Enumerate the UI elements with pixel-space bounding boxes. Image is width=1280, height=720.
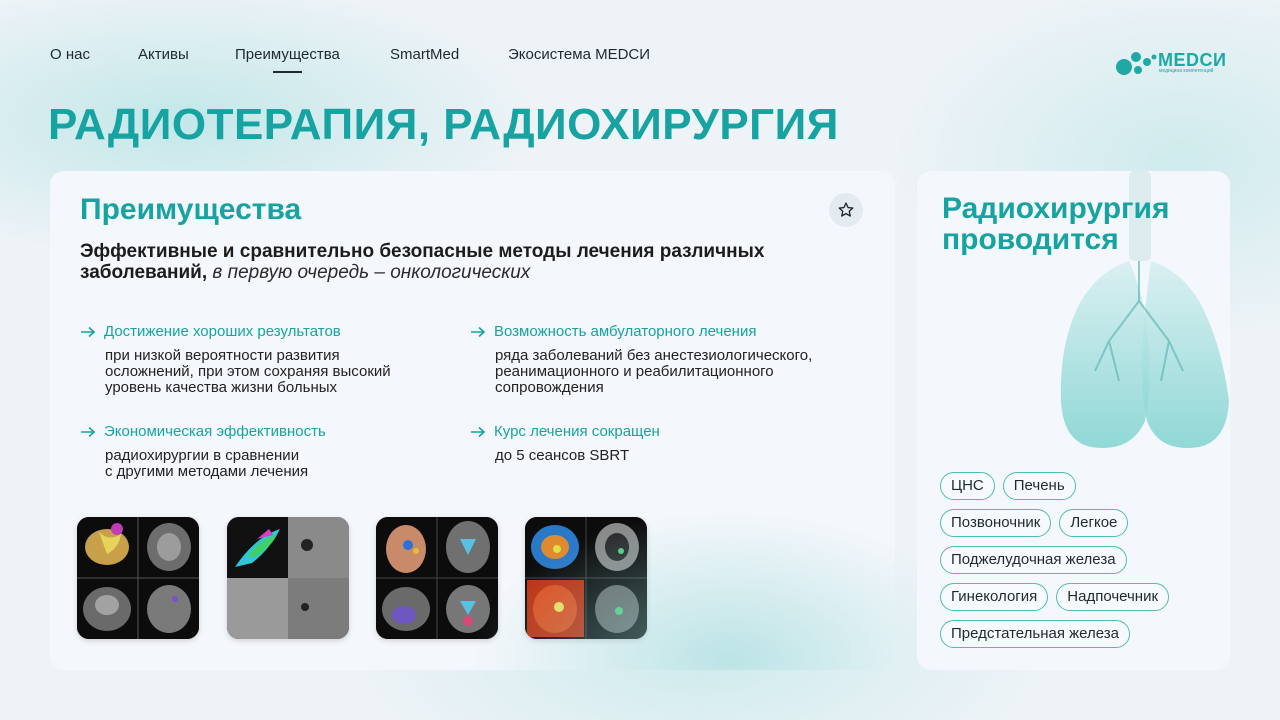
feature-title: Экономическая эффективность bbox=[104, 423, 326, 440]
feature-body: ряда заболеваний без анестезиологическог… bbox=[495, 347, 813, 396]
mri-image-4 bbox=[525, 517, 647, 639]
mri-image-2 bbox=[227, 517, 349, 639]
advantages-card: Преимущества Эффективные и сравнительно … bbox=[50, 171, 895, 670]
lead-italic: в первую очередь – онкологических bbox=[212, 262, 531, 283]
molecule-icon bbox=[1116, 52, 1157, 75]
tag-row: Предстательная железа bbox=[940, 620, 1220, 648]
tag-row: Позвоночник Легкое bbox=[940, 509, 1220, 537]
feature-economic: Экономическая эффективность радиохирурги… bbox=[80, 423, 460, 480]
tag-row: Поджелудочная железа bbox=[940, 546, 1220, 574]
medsi-logo[interactable]: MEDCИ медицина компетенций bbox=[1114, 48, 1234, 78]
tag-cns[interactable]: ЦНС bbox=[940, 472, 995, 500]
organ-tags: ЦНС Печень Позвоночник Легкое Поджелудоч… bbox=[940, 472, 1220, 657]
page-title: РАДИОТЕРАПИЯ, РАДИОХИРУРГИЯ bbox=[48, 100, 839, 149]
tag-prostate[interactable]: Предстательная железа bbox=[940, 620, 1130, 648]
star-icon bbox=[838, 202, 854, 217]
tag-pancreas[interactable]: Поджелудочная железа bbox=[940, 546, 1127, 574]
nav-item-about[interactable]: О нас bbox=[50, 46, 90, 63]
tag-gynecology[interactable]: Гинекология bbox=[940, 583, 1049, 611]
feature-title: Курс лечения сокращен bbox=[494, 423, 660, 440]
feature-course: Курс лечения сокращен до 5 сеансов SBRT bbox=[470, 423, 850, 464]
tag-adrenal[interactable]: Надпочечник bbox=[1056, 583, 1170, 611]
tag-row: ЦНС Печень bbox=[940, 472, 1220, 500]
mri-image-1 bbox=[77, 517, 199, 639]
feature-title: Возможность амбулаторного лечения bbox=[494, 323, 757, 340]
lead-text: Эффективные и сравнительно безопасные ме… bbox=[80, 241, 780, 283]
favorite-button[interactable] bbox=[829, 193, 863, 227]
mri-image-3 bbox=[376, 517, 498, 639]
tag-liver[interactable]: Печень bbox=[1002, 472, 1076, 500]
nav-item-smartmed[interactable]: SmartMed bbox=[390, 46, 459, 63]
logo-subtitle: медицина компетенций bbox=[1159, 68, 1214, 74]
feature-body: при низкой вероятности развития осложнен… bbox=[105, 347, 391, 396]
nav-item-assets[interactable]: Активы bbox=[138, 46, 189, 63]
nav-item-ecosystem[interactable]: Экосистема MEDCИ bbox=[508, 46, 650, 63]
feature-outpatient: Возможность амбулаторного лечения ряда з… bbox=[470, 323, 850, 396]
tag-row: Гинекология Надпочечник bbox=[940, 583, 1220, 611]
arrow-right-icon bbox=[81, 326, 96, 337]
radiosurgery-card: Радиохирургия проводится ЦНС Печень Позв… bbox=[917, 171, 1230, 670]
feature-body: до 5 сеансов SBRT bbox=[495, 447, 630, 464]
tag-lung[interactable]: Легкое bbox=[1059, 509, 1129, 537]
advantages-title: Преимущества bbox=[80, 193, 302, 226]
feature-results: Достижение хороших результатов при низко… bbox=[80, 323, 460, 396]
feature-title: Достижение хороших результатов bbox=[104, 323, 341, 340]
arrow-right-icon bbox=[471, 426, 486, 437]
radiosurgery-title: Радиохирургия проводится bbox=[942, 192, 1170, 256]
feature-body: радиохирургии в сравнении с другими мето… bbox=[105, 447, 309, 480]
arrow-right-icon bbox=[81, 426, 96, 437]
tag-spine[interactable]: Позвоночник bbox=[940, 509, 1052, 537]
nav-item-advantages[interactable]: Преимущества bbox=[235, 46, 340, 73]
arrow-right-icon bbox=[471, 326, 486, 337]
